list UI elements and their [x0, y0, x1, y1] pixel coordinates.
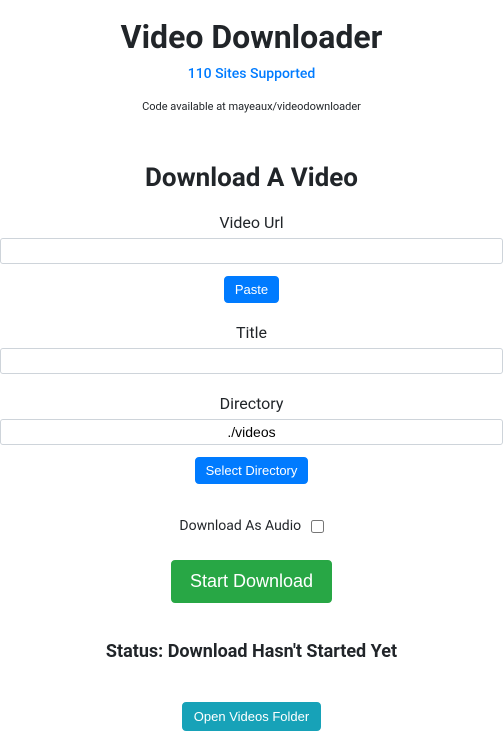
paste-button[interactable]: Paste [224, 276, 279, 303]
download-heading: Download A Video [0, 163, 503, 193]
download-as-audio-checkbox[interactable] [311, 520, 324, 533]
app-title: Video Downloader [0, 18, 503, 56]
start-download-button[interactable]: Start Download [171, 560, 332, 603]
video-url-label: Video Url [0, 213, 503, 232]
title-input[interactable] [0, 348, 503, 374]
status-line: Status: Download Hasn't Started Yet [0, 641, 503, 662]
sites-supported-link[interactable]: 110 Sites Supported [0, 66, 503, 82]
code-available-note: Code available at mayeaux/videodownloade… [0, 100, 503, 113]
open-videos-folder-button[interactable]: Open Videos Folder [182, 702, 321, 731]
status-message: Download Hasn't Started Yet [168, 641, 397, 662]
status-prefix: Status: [106, 641, 168, 662]
select-directory-button[interactable]: Select Directory [195, 457, 309, 484]
title-label: Title [0, 323, 503, 342]
download-as-audio-label: Download As Audio [179, 518, 301, 534]
directory-input[interactable] [0, 419, 503, 445]
video-url-input[interactable] [0, 238, 503, 264]
directory-label: Directory [0, 394, 503, 413]
